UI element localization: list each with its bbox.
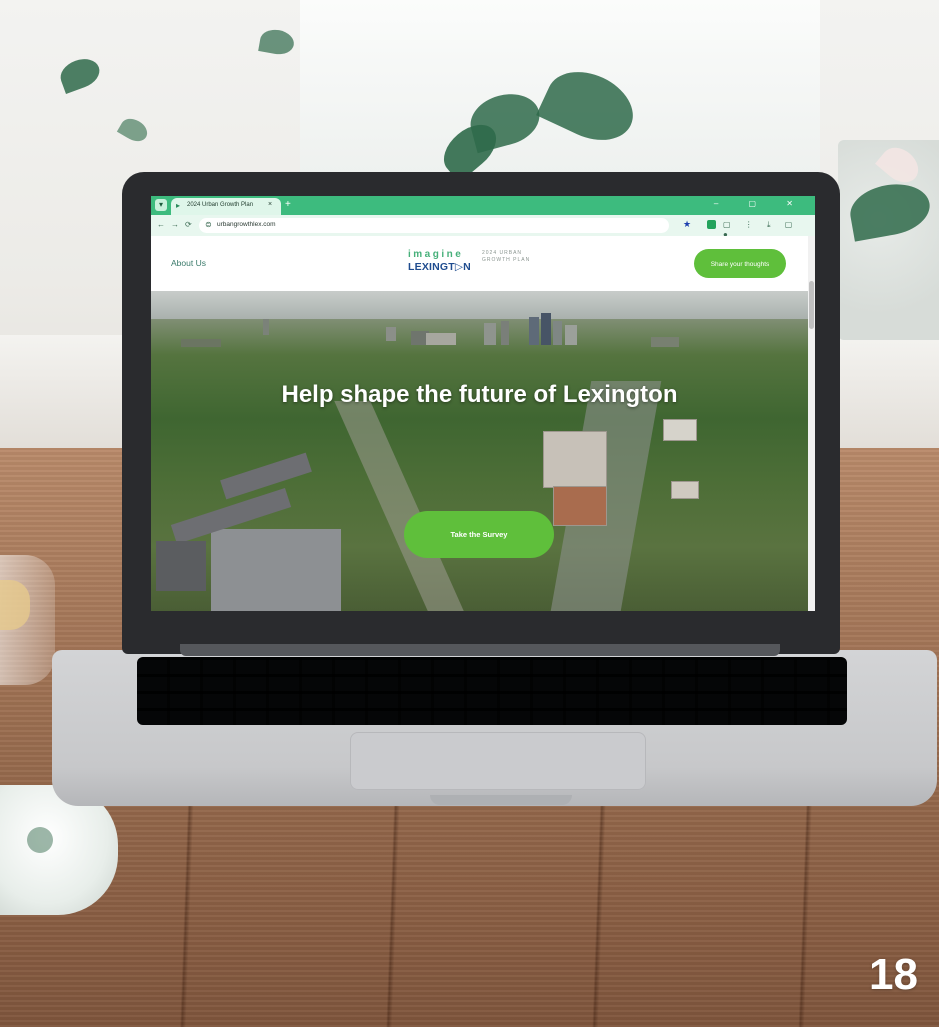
browser-tab[interactable]: ▸ 2024 Urban Growth Plan × bbox=[171, 198, 281, 215]
site-info-icon[interactable]: ⊜ bbox=[205, 220, 212, 229]
hero-rooftop bbox=[156, 541, 206, 591]
favicon-icon: ▸ bbox=[176, 201, 181, 210]
forward-icon[interactable]: → bbox=[171, 220, 179, 229]
laptop-trackpad bbox=[350, 732, 646, 790]
tea bbox=[0, 580, 30, 630]
take-the-survey-button[interactable]: Take the Survey bbox=[404, 511, 554, 558]
laptop-keyboard bbox=[137, 657, 847, 725]
nav-about-us-link[interactable]: About Us bbox=[171, 258, 206, 268]
laptop-base-lip bbox=[430, 795, 572, 805]
hero-section: Help shape the future of Lexington Take … bbox=[151, 291, 808, 611]
browser-toolbar: ← → ⟳ ⊜ urbangrowthlex.com ★ ▢ ⋮ ⤓ ▢ ● bbox=[151, 215, 815, 239]
extension-icon[interactable] bbox=[707, 220, 716, 229]
hero-rooftop bbox=[220, 452, 312, 500]
hero-road bbox=[334, 401, 464, 611]
window-controls[interactable]: – ▢ ✕ bbox=[714, 199, 807, 208]
new-tab-icon[interactable]: + bbox=[285, 199, 291, 211]
back-icon[interactable]: ← bbox=[157, 220, 165, 229]
imagine-lexington-logo[interactable]: imagine LEXINGT▷N 2024 URBAN GROWTH PLAN bbox=[408, 249, 558, 279]
tab-search-icon[interactable]: ▾ bbox=[155, 199, 167, 211]
reload-icon[interactable]: ⟳ bbox=[185, 220, 192, 229]
tab-close-icon[interactable]: × bbox=[268, 201, 272, 208]
hero-title: Help shape the future of Lexington bbox=[281, 381, 678, 408]
site-header: About Us imagine LEXINGT▷N 2024 URBAN GR… bbox=[151, 236, 808, 291]
city-skyline bbox=[181, 313, 679, 347]
hero-building bbox=[671, 481, 699, 499]
share-your-thoughts-button[interactable]: Share your thoughts bbox=[694, 249, 786, 278]
laptop-screen: ▾ ▸ 2024 Urban Growth Plan × + – ▢ ✕ ← →… bbox=[151, 196, 815, 611]
logo-lexington-text: LEXINGT▷N bbox=[408, 261, 471, 273]
url-text[interactable]: urbangrowthlex.com bbox=[217, 221, 276, 228]
scrollbar[interactable] bbox=[808, 236, 815, 611]
bookmark-star-icon[interactable]: ★ bbox=[683, 219, 691, 230]
hero-building bbox=[553, 486, 607, 526]
scrollbar-thumb[interactable] bbox=[809, 281, 814, 329]
browser-tab-bar: ▾ ▸ 2024 Urban Growth Plan × + – ▢ ✕ bbox=[151, 196, 815, 215]
hero-building bbox=[543, 431, 607, 488]
laptop-hinge bbox=[180, 644, 780, 656]
tab-title: 2024 Urban Growth Plan bbox=[187, 202, 254, 208]
cup-pattern bbox=[10, 810, 70, 870]
logo-plan-text: 2024 URBAN GROWTH PLAN bbox=[482, 250, 531, 263]
hero-building bbox=[663, 419, 697, 441]
page-number: 18 bbox=[869, 950, 918, 999]
hero-rooftop bbox=[211, 529, 341, 611]
address-bar[interactable]: ⊜ urbangrowthlex.com bbox=[199, 218, 669, 233]
logo-imagine-text: imagine bbox=[408, 249, 464, 260]
